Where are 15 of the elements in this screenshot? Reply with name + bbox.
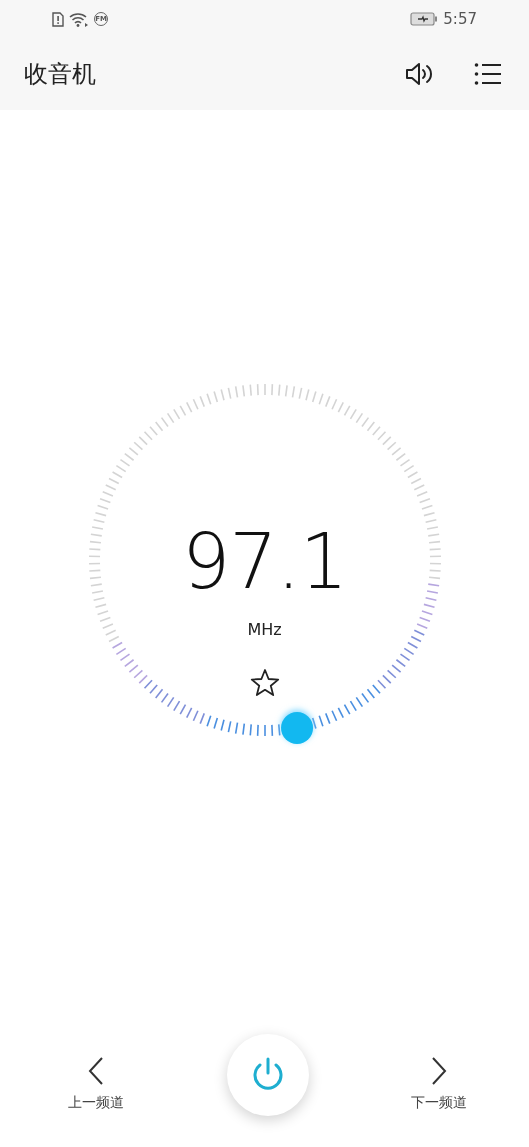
next-channel-button[interactable]: 下一频道: [411, 1034, 467, 1112]
wifi-icon: [69, 11, 89, 27]
frequency-readout: 97.1: [181, 516, 348, 608]
sim-alert-icon: [52, 11, 64, 27]
app-title: 收音机: [24, 59, 96, 90]
tuner-thumb[interactable]: [280, 709, 313, 744]
favorite-star-icon[interactable]: [249, 668, 280, 698]
menu-icon[interactable]: [474, 62, 502, 86]
previous-channel-button[interactable]: 上一频道: [68, 1034, 124, 1112]
power-button[interactable]: [226, 1034, 309, 1116]
chevron-right-icon: [429, 1056, 449, 1086]
status-time: 5:57: [443, 10, 477, 28]
battery-charging-icon: [410, 12, 439, 26]
frequency-unit: MHz: [247, 620, 282, 640]
chevron-left-icon: [86, 1056, 106, 1086]
